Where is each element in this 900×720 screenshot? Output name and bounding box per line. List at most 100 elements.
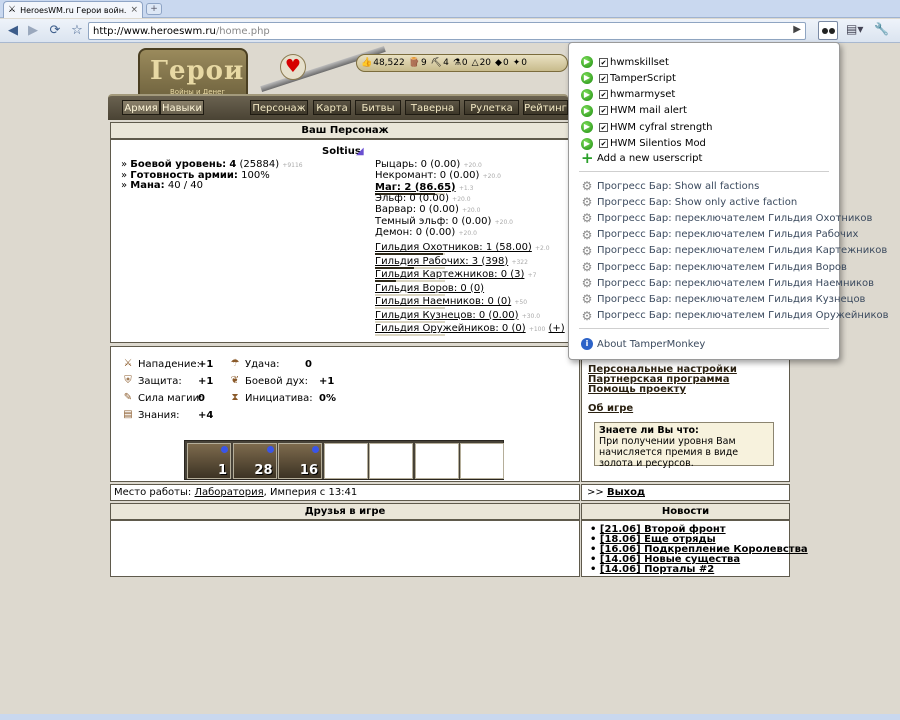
nav-tab-4[interactable]: Битвы <box>355 100 401 115</box>
new-tab-button[interactable]: + <box>146 3 162 15</box>
go-arrow-icon[interactable]: ▶ <box>793 24 801 35</box>
side-link-3[interactable]: Об игре <box>588 403 633 414</box>
faction-row: Демон: 0 (0.00) +20.0 <box>375 227 477 238</box>
knowledge-icon: ▤ <box>123 409 133 420</box>
menu-command-item[interactable]: ⚙ Прогресс Бар: Show all factions <box>581 179 760 193</box>
wrench-menu-icon[interactable]: 🔧 <box>874 22 889 36</box>
script-enabled-checkbox[interactable]: ✔ <box>599 57 608 67</box>
address-bar[interactable]: http://www.heroeswm.ru/home.php ▶ <box>88 22 806 40</box>
reload-icon[interactable]: ⟳ <box>46 22 64 40</box>
faction-next: +20.0 <box>458 229 477 237</box>
script-enabled-checkbox[interactable]: ✔ <box>599 139 608 148</box>
guild-label[interactable]: Гильдия Оружейников: 0 (0) <box>375 323 526 334</box>
army-slot[interactable] <box>323 443 368 479</box>
guild-progress-bar <box>375 334 445 336</box>
menu-command-item[interactable]: ⚙ Прогресс Бар: переключателем Гильдия Во… <box>581 260 847 274</box>
menu-command-item[interactable]: ⚙ Прогресс Бар: переключателем Гильдия Ра… <box>581 227 859 242</box>
site-favicon-icon: ⚔ <box>8 5 17 15</box>
faction-label: Рыцарь: 0 (0.00) <box>375 159 461 170</box>
nav-tab-3[interactable]: Карта <box>313 100 351 115</box>
gear-icon: ⚙ <box>581 308 593 323</box>
morale-icon: ❦ <box>230 375 240 386</box>
guild-label[interactable]: Гильдия Наемников: 0 (0) <box>375 296 511 307</box>
attack-icon: ⚔ <box>123 358 133 369</box>
url-host: http://www.heroeswm.ru <box>93 25 216 37</box>
menu-command-item[interactable]: ⚙ Прогресс Бар: переключателем Гильдия Ку… <box>581 292 866 306</box>
page-menu-icon[interactable]: ▤▾ <box>846 22 863 36</box>
side-link-2[interactable]: Помощь проекту <box>588 384 686 395</box>
guild-next: +50 <box>514 299 528 306</box>
back-icon[interactable]: ◀ <box>4 22 22 40</box>
userscript-name: HWM cyfral strength <box>610 121 713 133</box>
about-label: About TamperMonkey <box>597 338 706 350</box>
tampermonkey-extension-icon[interactable] <box>818 21 838 40</box>
logout-link[interactable]: Выход <box>607 487 645 498</box>
guild-label[interactable]: Гильдия Рабочих: 3 (398) <box>375 256 508 267</box>
menu-command-item[interactable]: ⚙ Прогресс Бар: переключателем Гильдия На… <box>581 276 874 290</box>
guild-label[interactable]: Гильдия Воров: 0 (0) <box>375 283 484 294</box>
userscript-item[interactable]: ▶ ✔ hwmskillset <box>581 55 669 69</box>
script-enabled-checkbox[interactable]: ✔ <box>599 122 608 132</box>
userscript-name: TamperScript <box>610 72 676 84</box>
army-slot[interactable] <box>414 443 459 479</box>
guild-extra-link[interactable]: (+) <box>549 323 565 334</box>
forward-icon[interactable]: ▶ <box>24 22 42 40</box>
menu-command-item[interactable]: ⚙ Прогресс Бар: Show only active faction <box>581 195 798 209</box>
gold-icon: 👍 <box>361 58 373 68</box>
attribute-label: Удача: <box>245 358 280 370</box>
unit-info-icon <box>266 446 274 453</box>
browser-tab[interactable]: ⚔ HeroesWM.ru Герои войн... × <box>3 1 143 18</box>
attribute-label: Боевой дух: <box>245 375 308 387</box>
bookmark-star-icon[interactable]: ☆ <box>68 22 86 40</box>
guild-row: Гильдия Оружейников: 0 (0) +100 (+) <box>375 323 565 334</box>
news-link[interactable]: [14.06] Порталы #2 <box>600 564 714 575</box>
script-enabled-checkbox[interactable]: ✔ <box>599 106 608 116</box>
guild-label[interactable]: Гильдия Картежников: 0 (3) <box>375 269 524 280</box>
menu-command-item[interactable]: ⚙ Прогресс Бар: переключателем Гильдия Ор… <box>581 309 889 323</box>
nav-tab-1[interactable]: Навыки <box>160 100 204 115</box>
nav-tab-0[interactable]: Армия <box>122 100 160 115</box>
mercury-icon: ⚗ <box>452 58 461 68</box>
userscript-item[interactable]: ▶ ✔ TamperScript <box>581 71 676 85</box>
army-slot[interactable] <box>460 443 504 479</box>
character-name[interactable]: Soltius <box>322 146 361 157</box>
nav-tab-2[interactable]: Персонаж <box>250 100 308 115</box>
nav-tab-5[interactable]: Таверна <box>405 100 460 115</box>
userscript-item[interactable]: ▶ ✔ HWM cyfral strength <box>581 120 712 134</box>
tip-text: При получении уровня Вам начисляется пре… <box>599 436 739 469</box>
attribute-row: ☂ Удача: 0 <box>229 358 312 370</box>
menu-command-item[interactable]: ⚙ Прогресс Бар: переключателем Гильдия Ка… <box>581 244 888 258</box>
menu-command-item[interactable]: ⚙ Прогресс Бар: переключателем Гильдия Ох… <box>581 211 873 226</box>
gems-icon: ✦ <box>512 58 521 68</box>
userscript-item[interactable]: ▶ ✔ hwmarmyset <box>581 88 675 102</box>
army-slot[interactable]: 1 <box>187 443 231 479</box>
character-section-title: Ваш Персонаж <box>110 122 580 139</box>
script-enabled-checkbox[interactable]: ✔ <box>599 90 608 100</box>
about-tampermonkey-item[interactable]: i About TamperMonkey <box>581 337 705 351</box>
status-bar <box>0 714 900 720</box>
army-slot[interactable] <box>369 443 413 479</box>
resources-bar: 👍 48,522 🪵 9 ⛏ 4 ⚗ 0 △ 20 ◆ 0 ✦ 0 <box>356 54 568 72</box>
level-next: +9116 <box>282 162 303 169</box>
work-place-link[interactable]: Лаборатория <box>194 487 263 498</box>
readiness-value: 100% <box>241 170 270 181</box>
tab-close-icon[interactable]: × <box>130 5 138 15</box>
popup-separator <box>579 171 829 172</box>
army-slot[interactable]: 16 <box>278 443 322 479</box>
script-running-icon: ▶ <box>581 104 593 117</box>
guild-row: Гильдия Воров: 0 (0) <box>375 283 484 294</box>
level-label: Боевой уровень: <box>130 159 227 170</box>
faction-next: +1.3 <box>458 184 474 192</box>
nav-tab-7[interactable]: Рейтинг <box>523 100 568 115</box>
faction-label[interactable]: Маг: 2 (86.65) <box>375 182 456 193</box>
gear-icon: ⚙ <box>581 227 593 242</box>
userscript-item[interactable]: ▶ ✔ HWM Silentios Mod <box>581 137 706 151</box>
userscript-item[interactable]: ▶ ✔ HWM mail alert <box>581 104 687 118</box>
script-enabled-checkbox[interactable]: ✔ <box>599 73 608 83</box>
guild-label[interactable]: Гильдия Кузнецов: 0 (0.00) <box>375 310 519 321</box>
gear-icon: ⚙ <box>581 211 593 226</box>
add-userscript-item[interactable]: + Add a new userscript <box>581 151 702 166</box>
nav-tab-6[interactable]: Рулетка <box>464 100 519 115</box>
guild-label[interactable]: Гильдия Охотников: 1 (58.00) <box>375 242 532 253</box>
army-slot[interactable]: 28 <box>232 443 277 479</box>
